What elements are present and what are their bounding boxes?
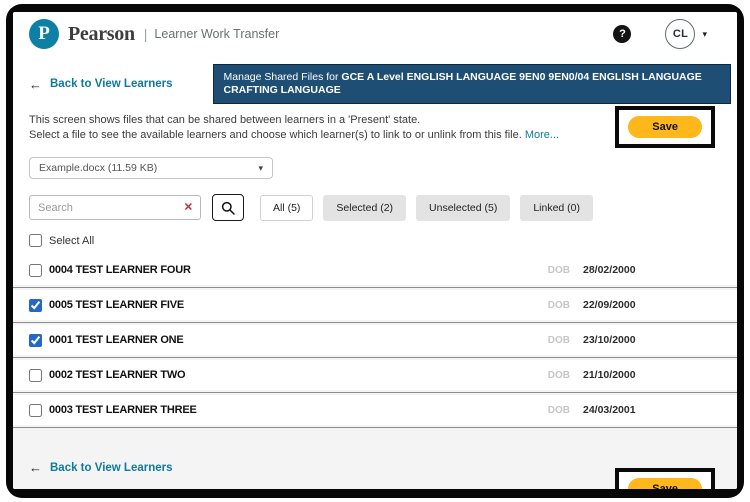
filter-group: All (5) Selected (2) Unselected (5) Linked … — [260, 194, 594, 221]
dob-label: DOB — [547, 334, 570, 346]
screenshot-frame: P Pearson | Learner Work Transfer ? CL ▾… — [6, 4, 744, 498]
search-button[interactable] — [212, 194, 244, 222]
back-arrow-icon: ← — [29, 76, 42, 92]
learner-name: 0005 TEST LEARNER FIVE — [49, 299, 184, 312]
learner-row: 0005 TEST LEARNER FIVE DOB 22/09/2000 — [13, 290, 737, 321]
save-highlight-box-bottom: Save — [615, 468, 715, 489]
filter-chip[interactable]: Linked (0) — [520, 194, 594, 221]
select-all-label: Select All — [49, 234, 95, 247]
search-wrap: ✕ — [29, 195, 201, 221]
chevron-down-icon[interactable]: ▾ — [702, 29, 707, 40]
product-name: Learner Work Transfer — [154, 27, 280, 41]
learner-row-group: 0004 TEST LEARNER FOUR DOB 28/02/2000 — [13, 255, 737, 291]
help-icon[interactable]: ? — [613, 25, 632, 43]
learner-checkbox[interactable] — [29, 333, 42, 347]
learner-checkbox[interactable] — [29, 403, 42, 417]
search-icon — [221, 201, 235, 215]
learner-row-group: 0005 TEST LEARNER FIVE DOB 22/09/2000 — [13, 290, 737, 326]
learner-checkbox[interactable] — [29, 298, 42, 312]
filter-chip[interactable]: All (5) — [260, 194, 314, 221]
file-select-dropdown[interactable]: Example.docx (11.59 KB) ▾ — [29, 157, 273, 180]
file-select-value: Example.docx (11.59 KB) — [39, 162, 158, 175]
brand-divider: | — [143, 26, 148, 42]
search-input[interactable] — [29, 195, 201, 221]
learner-row: 0002 TEST LEARNER TWO DOB 21/10/2000 — [13, 360, 737, 391]
account-menu[interactable]: CL ▾ — [665, 19, 707, 49]
row-divider — [13, 285, 737, 291]
back-to-view-learners-link-top[interactable]: ← Back to View Learners — [29, 77, 173, 92]
dob-value: 23/10/2000 — [583, 334, 636, 347]
learner-checkbox[interactable] — [29, 368, 42, 382]
pearson-logo-icon: P — [29, 19, 59, 49]
back-link-label: Back to View Learners — [50, 78, 173, 91]
pearson-logo-letter: P — [38, 22, 50, 44]
filter-chip[interactable]: Unselected (5) — [416, 194, 511, 221]
intro-line-2-text: Select a file to see the available learn… — [29, 129, 522, 142]
back-link-label: Back to View Learners — [50, 461, 173, 474]
search-row: ✕ All (5) Selected (2) Unselected (5) Linke… — [13, 179, 737, 222]
learner-row: 0004 TEST LEARNER FOUR DOB 28/02/2000 — [13, 255, 737, 286]
learner-name: 0001 TEST LEARNER ONE — [49, 334, 184, 347]
clear-search-icon[interactable]: ✕ — [184, 202, 193, 213]
dropdown-caret-icon: ▾ — [258, 162, 263, 173]
dob-value: 21/10/2000 — [583, 369, 636, 382]
learner-list: 0004 TEST LEARNER FOUR DOB 28/02/2000 00… — [13, 255, 737, 431]
app-footer: ← Back to View Learners Save — [13, 430, 737, 489]
intro-line-2: Select a file to see the available learn… — [29, 128, 617, 143]
intro-section: This screen shows files that can be shar… — [13, 104, 737, 149]
dob-label: DOB — [547, 299, 570, 311]
dob-label: DOB — [547, 369, 570, 381]
dob-value: 22/09/2000 — [583, 299, 636, 312]
filter-chip[interactable]: Selected (2) — [323, 194, 407, 221]
learner-row-group: 0002 TEST LEARNER TWO DOB 21/10/2000 — [13, 360, 737, 396]
banner-prefix: Manage Shared Files for — [223, 71, 342, 83]
app-header: P Pearson | Learner Work Transfer ? CL ▾ — [13, 12, 737, 56]
app-window: P Pearson | Learner Work Transfer ? CL ▾… — [13, 12, 737, 489]
row-divider — [13, 320, 737, 326]
learner-checkbox[interactable] — [29, 263, 42, 277]
learner-row: 0003 TEST LEARNER THREE DOB 24/03/2001 — [13, 395, 737, 426]
learner-name: 0004 TEST LEARNER FOUR — [49, 264, 191, 277]
select-all-checkbox[interactable] — [29, 234, 42, 248]
learner-row-group: 0003 TEST LEARNER THREE DOB 24/03/2001 — [13, 395, 737, 431]
row-divider — [13, 355, 737, 361]
save-button-top[interactable]: Save — [628, 116, 702, 139]
learner-name: 0002 TEST LEARNER TWO — [49, 369, 186, 382]
file-row: Example.docx (11.59 KB) ▾ — [13, 143, 737, 180]
learner-name: 0003 TEST LEARNER THREE — [49, 404, 197, 417]
avatar[interactable]: CL — [665, 19, 696, 49]
learner-row: 0001 TEST LEARNER ONE DOB 23/10/2000 — [13, 325, 737, 356]
page-title-banner: Manage Shared Files for GCE A Level ENGL… — [212, 64, 731, 105]
nav-banner-row: ← Back to View Learners Manage Shared Fi… — [13, 56, 737, 105]
dob-value: 24/03/2001 — [583, 404, 636, 417]
dob-value: 28/02/2000 — [583, 264, 636, 277]
select-all-row: Select All — [13, 221, 737, 255]
intro-line-1: This screen shows files that can be shar… — [29, 114, 421, 127]
dob-label: DOB — [547, 404, 570, 416]
save-highlight-box-top: Save — [615, 106, 715, 149]
more-link[interactable]: More... — [525, 129, 559, 141]
save-button-bottom[interactable]: Save — [628, 478, 702, 489]
row-divider — [13, 390, 737, 396]
learner-row-group: 0001 TEST LEARNER ONE DOB 23/10/2000 — [13, 325, 737, 361]
dob-label: DOB — [547, 264, 570, 276]
brand-name: Pearson — [68, 22, 135, 45]
back-arrow-icon: ← — [29, 460, 42, 476]
